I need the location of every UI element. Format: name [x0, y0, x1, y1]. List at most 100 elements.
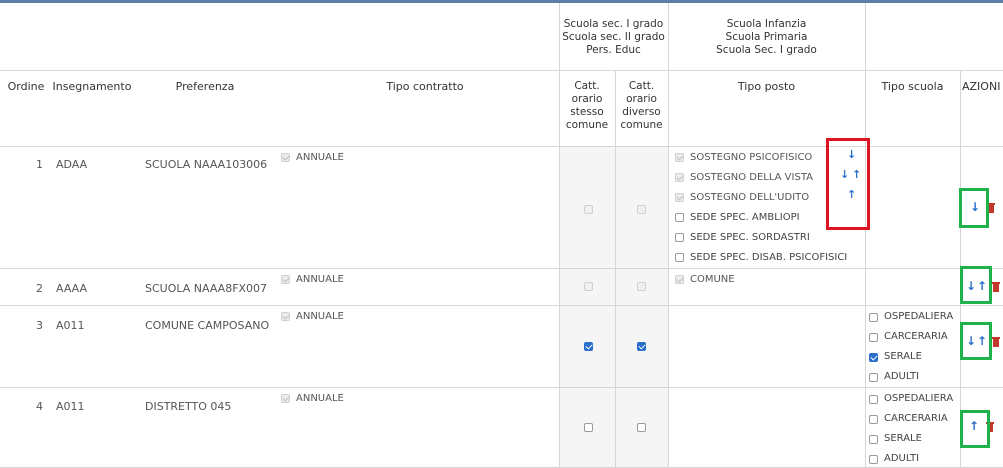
- row-4-tipo-scuola-option: ADULTI: [884, 453, 920, 464]
- grid-line: [0, 387, 1003, 388]
- row-1-ordine: 1: [36, 158, 43, 171]
- col-header-line: stesso: [570, 106, 604, 118]
- row-1-tipo-posto-option: SEDE SPEC. SORDASTRI: [690, 232, 810, 243]
- highlight-green-box: [960, 322, 992, 360]
- col-header-line: Catt.: [628, 80, 655, 92]
- row-1-tipo-posto-checkbox[interactable]: [675, 213, 684, 222]
- row-3-insegnamento: A011: [56, 319, 85, 332]
- group-header-line: Scuola Sec. I grado: [716, 44, 817, 56]
- row-1-tipo-posto-option: SEDE SPEC. AMBLIOPI: [690, 212, 800, 223]
- row-1-tipo-posto-option: SOSTEGNO DELLA VISTA: [690, 172, 813, 183]
- row-2-tipo-posto-checkbox: [675, 275, 684, 284]
- catt-stesso-shade: [559, 146, 615, 468]
- row-4-preferenza: DISTRETTO 045: [145, 400, 232, 413]
- row-4-tipo-scuola-checkbox[interactable]: [869, 415, 878, 424]
- grid-line: [668, 3, 669, 468]
- row-1-tipo-posto-option: SOSTEGNO DELL'UDITO: [690, 192, 810, 203]
- row-3-contratto-checkbox: [281, 312, 290, 321]
- row-3-tipo-scuola-option: SERALE: [884, 351, 922, 362]
- row-2-insegnamento: AAAA: [56, 282, 88, 295]
- col-header-tipo-scuola: Tipo scuola: [881, 80, 944, 93]
- grid-line: [0, 70, 1003, 71]
- row-4-contratto: ANNUALE: [296, 393, 344, 404]
- row-3-tipo-scuola-checkbox[interactable]: [869, 333, 878, 342]
- row-1-catt-diverso-checkbox[interactable]: [637, 205, 646, 214]
- col-header-preferenza: Preferenza: [175, 80, 235, 93]
- group-header-line: Scuola Primaria: [725, 31, 808, 43]
- row-4-catt-stesso-checkbox[interactable]: [584, 423, 593, 432]
- col-header-azioni: AZIONI: [962, 80, 1001, 93]
- row-3-catt-diverso-checkbox[interactable]: [637, 342, 646, 351]
- row-1-tipo-posto-checkbox: [675, 173, 684, 182]
- grid-line: [0, 268, 1003, 269]
- row-1-tipo-posto-checkbox[interactable]: [675, 233, 684, 242]
- col-header-line: comune: [565, 119, 609, 131]
- col-header-catt-stesso: Catt. orario stesso comune: [559, 80, 615, 132]
- trash-icon[interactable]: [992, 336, 1000, 347]
- col-header-tipo-contratto: Tipo contratto: [386, 80, 464, 93]
- row-2-catt-stesso-checkbox[interactable]: [584, 282, 593, 291]
- row-4-catt-diverso-checkbox[interactable]: [637, 423, 646, 432]
- group-header-line: Scuola Infanzia: [726, 18, 807, 30]
- group-header-secondaria: Scuola sec. I grado Scuola sec. II grado…: [559, 18, 668, 57]
- highlight-green-box: [960, 266, 992, 304]
- row-3-tipo-scuola-checkbox[interactable]: [869, 353, 878, 362]
- row-4-tipo-scuola-checkbox[interactable]: [869, 435, 878, 444]
- group-header-infanzia: Scuola Infanzia Scuola Primaria Scuola S…: [668, 18, 865, 57]
- row-3-tipo-scuola-checkbox[interactable]: [869, 373, 878, 382]
- col-header-line: orario: [571, 93, 603, 105]
- grid-line: [559, 3, 560, 468]
- row-3-tipo-scuola-option: OSPEDALIERA: [884, 311, 954, 322]
- row-4-contratto-checkbox: [281, 394, 290, 403]
- highlight-green-box: [960, 410, 990, 448]
- col-header-line: orario: [626, 93, 657, 105]
- col-header-line: diverso: [622, 106, 661, 118]
- row-1-contratto: ANNUALE: [296, 152, 344, 163]
- row-2-preferenza: SCUOLA NAAA8FX007: [145, 282, 268, 295]
- row-1-catt-stesso-checkbox[interactable]: [584, 205, 593, 214]
- row-1-tipo-posto-option: SEDE SPEC. DISAB. PSICOFISICI: [690, 252, 848, 263]
- row-4-ordine: 4: [36, 400, 43, 413]
- row-2-contratto: ANNUALE: [296, 274, 344, 285]
- row-2-contratto-checkbox: [281, 275, 290, 284]
- row-4-tipo-scuola-option: SERALE: [884, 433, 922, 444]
- row-1-insegnamento: ADAA: [56, 158, 88, 171]
- row-4-tipo-scuola-option: CARCERARIA: [884, 413, 948, 424]
- row-3-contratto: ANNUALE: [296, 311, 344, 322]
- group-header-line: Pers. Educ: [586, 44, 641, 56]
- row-1-tipo-posto-checkbox: [675, 153, 684, 162]
- row-1-preferenza: SCUOLA NAAA103006: [145, 158, 268, 171]
- row-4-tipo-scuola-checkbox[interactable]: [869, 455, 878, 464]
- col-header-line: Catt.: [574, 80, 600, 92]
- row-2-ordine: 2: [36, 282, 43, 295]
- row-4-tipo-scuola-option: OSPEDALIERA: [884, 393, 954, 404]
- grid-line: [865, 3, 866, 468]
- grid-line: [0, 305, 1003, 306]
- highlight-red-box: [826, 138, 870, 230]
- row-3-tipo-scuola-checkbox[interactable]: [869, 313, 878, 322]
- row-4-insegnamento: A011: [56, 400, 85, 413]
- row-3-tipo-scuola-option: ADULTI: [884, 371, 920, 382]
- row-4-tipo-scuola-checkbox[interactable]: [869, 395, 878, 404]
- row-3-preferenza: COMUNE CAMPOSANO: [145, 319, 270, 332]
- col-header-tipo-posto: Tipo posto: [737, 80, 796, 93]
- group-header-line: Scuola sec. II grado: [562, 31, 665, 43]
- row-3-catt-stesso-checkbox[interactable]: [584, 342, 593, 351]
- col-header-ordine: Ordine: [7, 80, 45, 93]
- highlight-green-box: [959, 188, 989, 228]
- col-header-catt-diverso: Catt. orario diverso comune: [615, 80, 668, 132]
- trash-icon[interactable]: [992, 281, 1000, 292]
- catt-diverso-shade: [615, 146, 668, 468]
- row-1-tipo-posto-option: SOSTEGNO PSICOFISICO: [690, 152, 813, 163]
- col-header-insegnamento: Insegnamento: [52, 80, 132, 93]
- row-1-contratto-checkbox: [281, 153, 290, 162]
- row-1-tipo-posto-checkbox: [675, 193, 684, 202]
- row-2-tipo-posto-option: COMUNE: [690, 274, 735, 285]
- row-3-tipo-scuola-option: CARCERARIA: [884, 331, 948, 342]
- row-2-catt-diverso-checkbox[interactable]: [637, 282, 646, 291]
- group-header-line: Scuola sec. I grado: [563, 18, 664, 30]
- row-3-ordine: 3: [36, 319, 43, 332]
- top-border: [0, 0, 1003, 3]
- row-1-tipo-posto-checkbox[interactable]: [675, 253, 684, 262]
- col-header-line: comune: [620, 119, 663, 131]
